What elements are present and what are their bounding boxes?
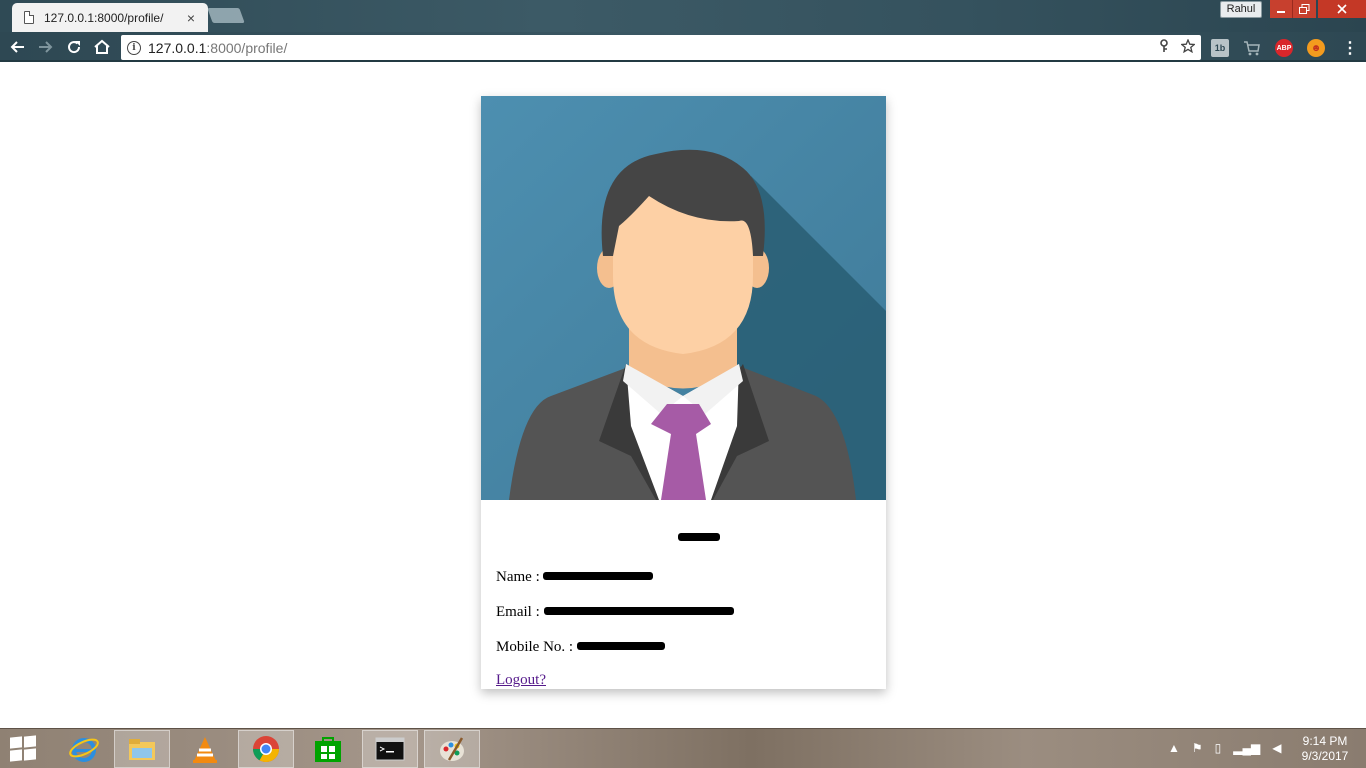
tab-title: 127.0.0.1:8000/profile/ bbox=[44, 10, 164, 25]
battery-icon[interactable]: ▯ bbox=[1215, 741, 1222, 755]
mobile-label: Mobile No. : bbox=[496, 639, 577, 655]
key-icon[interactable] bbox=[1159, 39, 1169, 56]
profile-details: Name : Email : Mobile No. : Logout? bbox=[481, 527, 886, 689]
clock-date: 9/3/2017 bbox=[1301, 749, 1349, 763]
home-button[interactable] bbox=[90, 35, 114, 59]
profile-name-row: Name : bbox=[496, 567, 871, 586]
logout-link[interactable]: Logout? bbox=[496, 672, 546, 689]
info-icon[interactable]: i bbox=[127, 40, 141, 55]
back-button[interactable] bbox=[5, 35, 29, 59]
extension-fox-icon[interactable]: ☻ bbox=[1307, 39, 1325, 57]
forward-icon bbox=[39, 41, 53, 53]
taskbar-clock[interactable]: 9:14 PM 9/3/2017 bbox=[1290, 734, 1360, 764]
file-icon bbox=[24, 11, 34, 24]
email-label: Email : bbox=[496, 604, 544, 620]
reload-icon bbox=[68, 41, 81, 54]
cart-icon[interactable] bbox=[1243, 39, 1261, 57]
email-value-redacted bbox=[543, 602, 734, 616]
profile-card: Name : Email : Mobile No. : Logout? bbox=[481, 96, 886, 689]
volume-muted-icon[interactable]: ◀ bbox=[1272, 741, 1281, 755]
internet-explorer-icon[interactable] bbox=[56, 730, 112, 768]
star-icon[interactable] bbox=[1180, 38, 1196, 56]
mobile-value-redacted bbox=[576, 637, 665, 651]
restore-button[interactable] bbox=[1293, 0, 1316, 18]
chrome-icon[interactable] bbox=[238, 730, 294, 768]
menu-icon[interactable]: ⋮ bbox=[1341, 39, 1359, 57]
address-bar[interactable]: i 127.0.0.1:8000/profile/ bbox=[121, 35, 1201, 60]
store-icon[interactable] bbox=[300, 730, 356, 768]
name-label: Name : bbox=[496, 569, 544, 585]
minimize-button[interactable] bbox=[1270, 0, 1293, 18]
extension-1b-icon[interactable]: 1b bbox=[1211, 39, 1229, 57]
forward-button[interactable] bbox=[34, 35, 58, 59]
reload-button[interactable] bbox=[62, 35, 86, 59]
close-icon bbox=[1337, 4, 1347, 14]
profile-mobile-row: Mobile No. : bbox=[496, 637, 871, 656]
avatar-image bbox=[481, 96, 886, 500]
file-explorer-icon[interactable] bbox=[114, 730, 170, 768]
network-signal-icon[interactable]: ▂▄▆ bbox=[1233, 741, 1260, 755]
show-hidden-icons-icon[interactable]: ▲ bbox=[1168, 741, 1180, 755]
profile-button[interactable]: Rahul bbox=[1220, 1, 1262, 18]
command-prompt-icon[interactable] bbox=[362, 730, 418, 768]
back-icon bbox=[10, 41, 24, 53]
name-value-redacted bbox=[543, 567, 654, 581]
start-button[interactable] bbox=[10, 735, 38, 762]
minimize-icon bbox=[1277, 11, 1285, 13]
window-controls bbox=[1270, 0, 1366, 18]
browser-titlebar: 127.0.0.1:8000/profile/ × Rahul bbox=[0, 0, 1366, 32]
browser-toolbar: i 127.0.0.1:8000/profile/ 1b ABP ☻ ⋮ bbox=[0, 32, 1366, 62]
action-center-flag-icon[interactable]: ⚑ bbox=[1192, 741, 1203, 755]
tab-close-button[interactable]: × bbox=[184, 10, 198, 26]
paint-icon[interactable] bbox=[424, 730, 480, 768]
browser-tab[interactable]: 127.0.0.1:8000/profile/ × bbox=[12, 3, 208, 32]
new-tab-button[interactable] bbox=[207, 8, 245, 23]
home-icon bbox=[94, 39, 110, 54]
adblock-plus-icon[interactable]: ABP bbox=[1275, 39, 1293, 57]
system-tray: ▲ ⚑ ▯ ▂▄▆ ◀ bbox=[1168, 741, 1281, 755]
profile-username bbox=[496, 527, 871, 547]
windows-logo-icon bbox=[10, 736, 22, 749]
vlc-icon[interactable] bbox=[177, 730, 233, 768]
windows-taskbar: ▲ ⚑ ▯ ▂▄▆ ◀ 9:14 PM 9/3/2017 bbox=[0, 728, 1366, 768]
redaction-mark bbox=[678, 533, 720, 541]
clock-time: 9:14 PM bbox=[1302, 734, 1348, 748]
close-window-button[interactable] bbox=[1318, 0, 1366, 18]
url-text[interactable]: 127.0.0.1:8000/profile/ bbox=[148, 40, 1147, 56]
restore-icon bbox=[1299, 4, 1310, 14]
profile-email-row: Email : bbox=[496, 602, 871, 621]
